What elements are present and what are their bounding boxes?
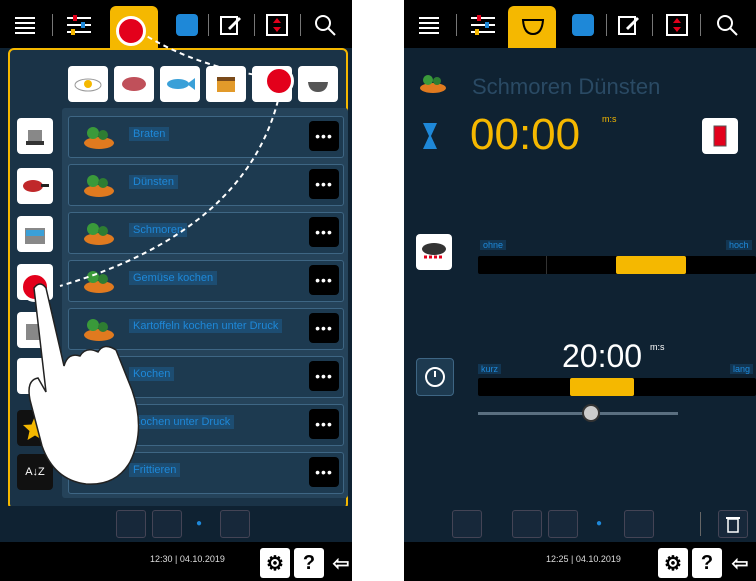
tray-auto-icon[interactable] [512, 510, 542, 538]
fine-adjust-knob[interactable] [582, 404, 600, 422]
tray-hand-icon[interactable] [548, 510, 578, 538]
tap-marker [264, 66, 294, 96]
tab-programs[interactable] [566, 8, 600, 42]
heat-high-label: hoch [726, 240, 752, 250]
help-button[interactable]: ? [294, 548, 324, 578]
sort-icon[interactable] [660, 8, 694, 42]
tab-cooking[interactable] [508, 6, 556, 48]
timer-slider-handle[interactable] [570, 378, 634, 396]
tray-out-icon[interactable] [220, 510, 250, 538]
datetime: 12:25 | 04.10.2019 [546, 554, 621, 564]
status-bar: 12:30 | 04.10.2019 ⚙ ? ⇦ [0, 542, 352, 581]
heat-level-icon [416, 234, 452, 270]
hourglass-icon [423, 123, 437, 149]
core-probe-button[interactable] [702, 118, 738, 154]
heat-slider-handle[interactable] [616, 256, 686, 274]
edit-icon[interactable] [612, 8, 646, 42]
vegetable-icon [420, 75, 446, 93]
cook-time-unit: m:s [602, 114, 617, 124]
settings-gear-icon[interactable]: ⚙ [658, 548, 688, 578]
fine-adjust-track[interactable] [478, 412, 678, 415]
tray-auto-icon[interactable] [116, 510, 146, 538]
water-drop-icon: ● [596, 518, 603, 529]
search-icon[interactable] [710, 8, 744, 42]
datetime: 12:30 | 04.10.2019 [150, 554, 225, 564]
status-bar: 12:25 | 04.10.2019 ⚙ ? ⇦ [404, 542, 756, 581]
right-screen: Schmoren Dünsten 00:00 m:s ohne hoch 20:… [404, 0, 756, 581]
cooking-actions-bar: ● [0, 506, 352, 542]
program-title: Schmoren Dünsten [472, 74, 661, 99]
water-drop-icon: ● [196, 518, 203, 529]
back-button[interactable]: ⇦ [326, 548, 352, 578]
timer-icon [416, 358, 454, 396]
trash-icon[interactable] [718, 510, 748, 538]
cooking-actions-bar: ● [404, 506, 756, 542]
cook-time[interactable]: 00:00 [470, 110, 580, 160]
help-button[interactable]: ? [692, 548, 722, 578]
top-nav [404, 0, 756, 48]
menu-icon[interactable] [412, 8, 446, 42]
back-button[interactable]: ⇦ [726, 548, 754, 578]
tap-marker [116, 16, 146, 46]
timer-unit: m:s [650, 342, 665, 352]
tray-out-icon[interactable] [624, 510, 654, 538]
tray-hand-icon[interactable] [152, 510, 182, 538]
tray-hand-icon[interactable] [452, 510, 482, 538]
timer-time[interactable]: 20:00 [562, 338, 642, 375]
settings-sliders-icon[interactable] [466, 8, 500, 42]
settings-gear-icon[interactable]: ⚙ [260, 548, 290, 578]
timer-low-label: kurz [478, 364, 502, 374]
hand-pointer-illustration [28, 283, 140, 485]
timer-high-label: lang [730, 364, 754, 374]
heat-low-label: ohne [480, 240, 507, 250]
left-screen: A↓Z Braten ••• Dünsten ••• Schmoren ••• … [0, 0, 352, 581]
